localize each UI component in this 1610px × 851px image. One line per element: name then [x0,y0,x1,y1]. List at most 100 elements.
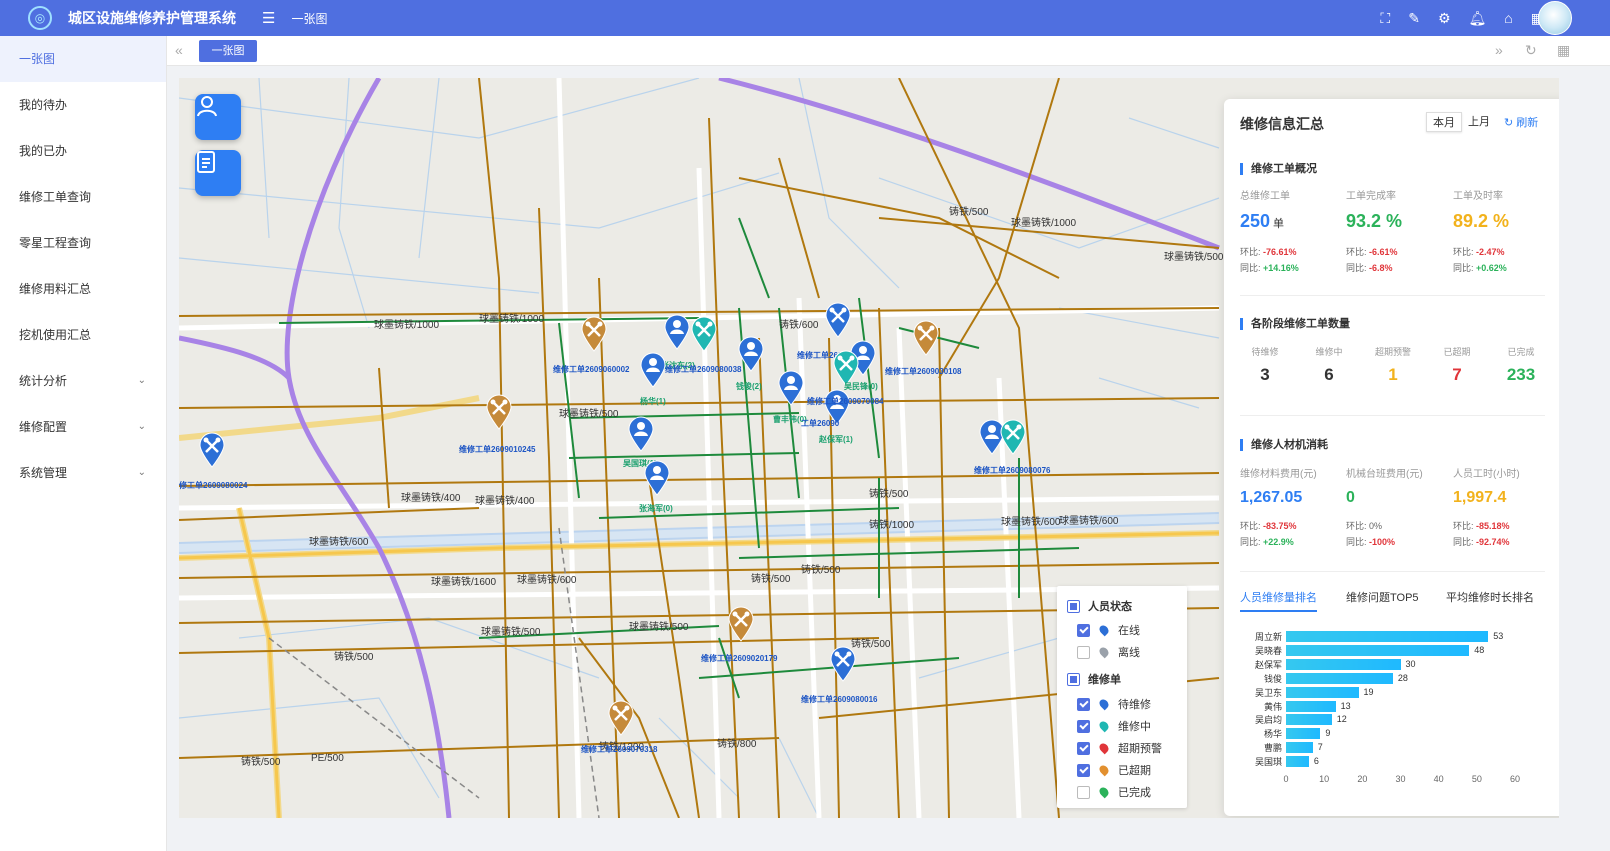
avatar[interactable] [1538,1,1572,35]
sidebar-item[interactable]: 挖机使用汇总 [0,312,166,358]
pin-label: 修工单2609080024 [179,481,248,490]
work-order-button[interactable] [195,150,241,196]
pin-label: 维修工单2609070318 [581,745,658,754]
wrench-marker-icon [608,700,634,736]
road-label: 铸铁/600 [779,320,819,331]
comparison-label: 环比: [1240,247,1261,257]
comparison-label: 环比: [1240,521,1261,531]
comparison-line: 环比: -76.61% [1240,245,1297,258]
stages-section-title: 各阶段维修工单数量 [1240,318,1350,330]
tab-menu-icon[interactable]: ▦ [1557,42,1570,59]
menu-toggle-icon[interactable]: ☰ [262,9,275,27]
sidebar-item[interactable]: 零星工程查询 [0,220,166,266]
comparison-value: -76.61% [1260,247,1297,257]
refresh-button[interactable]: ↻ 刷新 [1504,114,1538,130]
stage-value: 3 [1260,365,1270,384]
sidebar-item-label: 维修配置 [19,420,68,434]
legend-checkbox[interactable] [1077,697,1090,711]
brown-pipeline [538,207,560,818]
legend-person-group-checkbox[interactable] [1067,599,1080,613]
legend-order-group-checkbox[interactable] [1067,672,1080,686]
refresh-tab-icon[interactable]: ↻ [1525,42,1537,59]
period-this-month-button[interactable]: 本月 [1426,112,1462,132]
personnel-button[interactable] [195,94,241,140]
ranking-bar[interactable] [1286,728,1321,740]
kpi-number: 250 [1240,211,1271,231]
legend-checkbox[interactable] [1077,741,1090,755]
map-view[interactable]: 球墨铸铁/1000 球墨铸铁/1000 铸铁/600 球墨铸铁/500 球墨铸铁/400… [179,78,1559,818]
ranking-name: 吴卫东 [1254,687,1282,698]
stage-label: 维修中 [1315,347,1343,357]
panel-title: 维修信息汇总 [1240,116,1324,132]
tab-scroll-right-icon[interactable]: » [1495,42,1503,58]
sidebar-item[interactable]: 我的待办 [0,82,166,128]
kpi-label: 机械台班费用(元) [1346,469,1423,480]
x-axis-tick: 20 [1357,774,1368,784]
ranking-bar[interactable] [1286,672,1393,684]
tab-one-map[interactable]: 一张图 [199,40,257,62]
legend-item[interactable]: 已超期 [1077,762,1151,778]
ranking-tab[interactable]: 平均维修时长排名 [1446,589,1534,605]
legend-pin-icon [1097,623,1111,637]
ranking-name: 吴国琪 [1254,757,1282,768]
legend-item[interactable]: 维修中 [1077,718,1151,734]
ranking-bar[interactable] [1286,644,1470,656]
brown-pipeline [378,367,390,509]
road-label: 铸铁/500 [869,489,909,500]
road-label: 铸铁/800 [717,739,757,750]
ranking-bar[interactable] [1286,686,1359,698]
ranking-tab[interactable]: 维修问题TOP5 [1346,589,1419,605]
legend-item[interactable]: 离线 [1077,644,1140,660]
period-last-month-button[interactable]: 上月 [1462,112,1496,132]
fullscreen-icon[interactable]: ⛶ [1380,10,1390,27]
sidebar-item-label: 系统管理 [19,466,68,480]
legend-item[interactable]: 待维修 [1077,696,1151,712]
legend-item[interactable]: 超期预警 [1077,740,1162,756]
sidebar-item[interactable]: 统计分析 ⌄ [0,358,166,404]
legend-person-group[interactable]: 人员状态 [1067,598,1132,614]
road-label: 球墨铸铁/1600 [431,577,497,588]
road-label: 球墨铸铁/1000 [479,314,545,325]
ranking-bar[interactable] [1286,658,1401,670]
tab-scroll-left-icon[interactable]: « [175,42,183,58]
ranking-bar[interactable] [1286,700,1336,712]
ranking-value: 12 [1336,714,1347,725]
comparison-value: -85.18% [1473,521,1510,531]
app-title: 城区设施维修养护管理系统 [68,10,236,26]
legend-checkbox[interactable] [1077,763,1090,777]
sidebar-item[interactable]: 维修配置 ⌄ [0,404,166,450]
sidebar-item[interactable]: 系统管理 ⌄ [0,450,166,496]
legend-checkbox[interactable] [1077,785,1090,799]
legend-pin-icon [1097,763,1111,777]
sidebar-item[interactable]: 我的已办 [0,128,166,174]
ranking-value: 9 [1325,728,1331,739]
ranking-bar[interactable] [1286,742,1313,754]
document-icon [197,151,215,173]
legend-item[interactable]: 在线 [1077,622,1140,638]
sidebar-item[interactable]: 维修工单查询 [0,174,166,220]
sidebar-item[interactable]: 一张图 [0,36,166,82]
kpi-label: 工单及时率 [1453,191,1503,202]
road-label: 铸铁/500 [241,757,281,768]
gear-icon[interactable]: ⚙ [1438,10,1451,27]
bell-icon[interactable]: 🔔︎ [1469,10,1487,27]
top-toolbar: ⛶ ✎ ⚙ 🔔︎ ⌂ ▦ [1380,0,1544,36]
ranking-bar[interactable] [1286,631,1489,642]
kpi-label: 维修材料费用(元) [1240,469,1317,480]
legend-checkbox[interactable] [1077,623,1090,637]
pin-label: 维修工单2609080076 [974,466,1051,475]
legend-item[interactable]: 已完成 [1077,784,1151,800]
person-marker-icon [628,416,654,452]
sidebar-item[interactable]: 维修用料汇总 [0,266,166,312]
legend-checkbox[interactable] [1077,645,1090,659]
legend-order-group[interactable]: 维修单 [1067,671,1121,687]
comparison-label: 环比: [1453,521,1474,531]
home-icon[interactable]: ⌂ [1504,10,1512,26]
ranking-tab[interactable]: 人员维修量排名 [1240,589,1317,612]
wrench-marker-icon [728,606,754,642]
ranking-bar[interactable] [1286,756,1309,768]
comparison-value: -100% [1366,537,1396,547]
broom-icon[interactable]: ✎ [1408,10,1420,27]
legend-checkbox[interactable] [1077,719,1090,733]
ranking-bar[interactable] [1286,714,1332,726]
